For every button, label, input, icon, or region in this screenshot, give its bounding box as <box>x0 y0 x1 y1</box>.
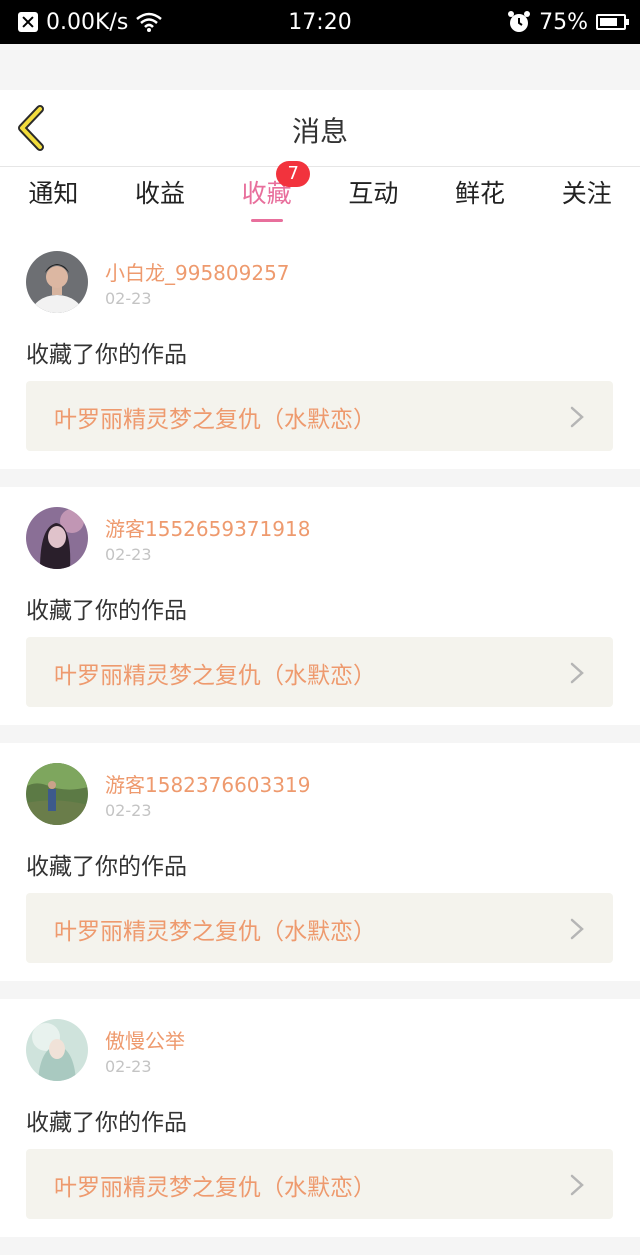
active-tab-indicator <box>250 219 283 222</box>
work-link[interactable]: 叶罗丽精灵梦之复仇（水默恋） <box>26 893 613 963</box>
tab-earnings[interactable]: 收益 <box>107 167 214 231</box>
work-title: 叶罗丽精灵梦之复仇（水默恋） <box>54 1175 376 1201</box>
tab-favorites[interactable]: 收藏 7 <box>213 161 320 231</box>
avatar-photo <box>26 1019 88 1081</box>
avatar[interactable] <box>26 251 88 313</box>
page-title: 消息 <box>291 115 348 148</box>
message-date: 02-23 <box>105 1057 152 1076</box>
username[interactable]: 傲慢公举 <box>105 1025 185 1054</box>
username[interactable]: 游客1552659371918 <box>105 513 310 542</box>
action-text: 收藏了你的作品 <box>26 598 187 624</box>
work-title: 叶罗丽精灵梦之复仇（水默恋） <box>54 919 376 945</box>
avatar-photo <box>26 507 88 569</box>
work-link[interactable]: 叶罗丽精灵梦之复仇（水默恋） <box>26 381 613 451</box>
battery-fill <box>600 18 617 26</box>
tab-label: 互动 <box>348 179 399 208</box>
message-date: 02-23 <box>105 289 152 308</box>
work-link[interactable]: 叶罗丽精灵梦之复仇（水默恋） <box>26 637 613 707</box>
message-date: 02-23 <box>105 545 152 564</box>
avatar[interactable] <box>26 507 88 569</box>
tab-flowers[interactable]: 鲜花 <box>427 167 534 231</box>
tab-label: 鲜花 <box>455 179 506 208</box>
tab-bar: 通知 收益 收藏 7 互动 鲜花 关注 <box>0 161 640 231</box>
avatar[interactable] <box>26 763 88 825</box>
avatar[interactable] <box>26 1019 88 1081</box>
work-title: 叶罗丽精灵梦之复仇（水默恋） <box>54 663 376 689</box>
avatar-photo <box>26 763 88 825</box>
tab-interaction[interactable]: 互动 <box>320 167 427 231</box>
battery-icon <box>596 14 629 30</box>
status-bar: 0.00K/s 17:20 75% <box>0 0 640 44</box>
chevron-right-icon <box>570 1174 584 1196</box>
message-card: 傲慢公举 02-23 收藏了你的作品 叶罗丽精灵梦之复仇（水默恋） <box>0 999 640 1237</box>
work-link[interactable]: 叶罗丽精灵梦之复仇（水默恋） <box>26 1149 613 1219</box>
nav-header: 消息 <box>0 90 640 167</box>
unread-badge: 7 <box>276 161 311 187</box>
username[interactable]: 游客1582376603319 <box>105 769 310 798</box>
chevron-right-icon <box>570 406 584 428</box>
status-time: 17:20 <box>288 10 352 35</box>
message-date: 02-23 <box>105 801 152 820</box>
action-text: 收藏了你的作品 <box>26 1110 187 1136</box>
chevron-right-icon <box>570 918 584 940</box>
message-list: 小白龙_995809257 02-23 收藏了你的作品 叶罗丽精灵梦之复仇（水默… <box>0 231 640 1255</box>
username[interactable]: 小白龙_995809257 <box>105 257 290 286</box>
message-card: 游客1582376603319 02-23 收藏了你的作品 叶罗丽精灵梦之复仇（… <box>0 743 640 981</box>
chevron-right-icon <box>570 662 584 684</box>
message-card: 游客1552659371918 02-23 收藏了你的作品 叶罗丽精灵梦之复仇（… <box>0 487 640 725</box>
action-text: 收藏了你的作品 <box>26 342 187 368</box>
action-text: 收藏了你的作品 <box>26 854 187 880</box>
work-title: 叶罗丽精灵梦之复仇（水默恋） <box>54 407 376 433</box>
avatar-photo <box>26 251 88 313</box>
tab-label: 关注 <box>561 179 612 208</box>
tab-notice[interactable]: 通知 <box>0 167 107 231</box>
tab-label: 收益 <box>135 179 186 208</box>
tab-label: 通知 <box>28 179 79 208</box>
tab-follow[interactable]: 关注 <box>533 167 640 231</box>
message-card: 小白龙_995809257 02-23 收藏了你的作品 叶罗丽精灵梦之复仇（水默… <box>0 231 640 469</box>
